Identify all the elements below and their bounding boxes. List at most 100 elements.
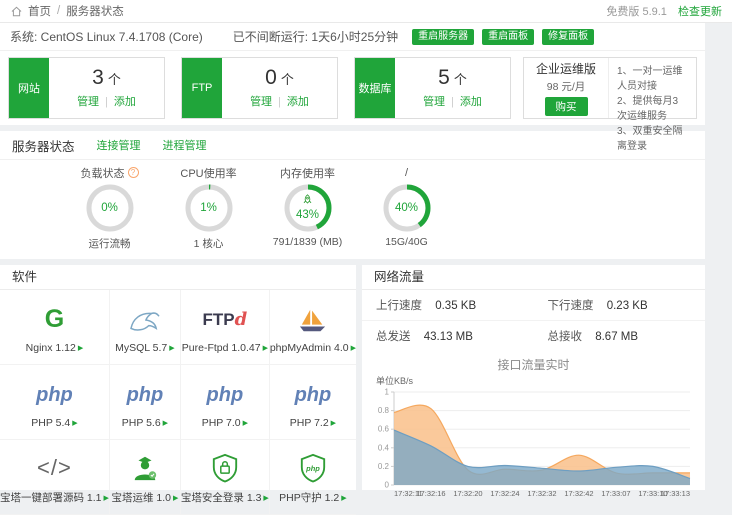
svg-text:17:33:13: 17:33:13: [660, 489, 689, 498]
stat-card-0: 网站3个管理|添加: [8, 57, 165, 119]
stat-card-count: 0个: [265, 67, 294, 88]
software-item-9[interactable]: 宝塔运维 1.0▶: [110, 440, 181, 515]
software-item-2[interactable]: FTPdPure-Ftpd 1.0.47▶: [181, 290, 270, 365]
software-item-0[interactable]: GNginx 1.12▶: [0, 290, 110, 365]
gauge-ring: 1%: [185, 184, 233, 232]
svg-text:0.2: 0.2: [377, 462, 389, 471]
traffic-chart: 00.20.40.60.8117:32:1117:32:1617:32:2017…: [366, 387, 702, 499]
system-info-bar: 系统: CentOS Linux 7.4.1708 (Core) 已不间断运行:…: [0, 23, 705, 51]
gauge-title: 负载状态?: [60, 165, 159, 180]
repair-panel-button[interactable]: 修复面板: [542, 29, 594, 45]
running-indicator-icon: ▶: [351, 345, 356, 352]
svg-text:0.8: 0.8: [377, 406, 389, 415]
software-name: phpMyAdmin 4.0▶: [270, 342, 356, 354]
manage-link[interactable]: 管理: [423, 96, 445, 108]
svg-text:17:32:24: 17:32:24: [490, 489, 519, 498]
manage-link[interactable]: 管理: [250, 96, 272, 108]
running-indicator-icon: ▶: [104, 495, 109, 502]
software-name: PHP 5.4▶: [31, 417, 77, 429]
overview-panel: 系统: CentOS Linux 7.4.1708 (Core) 已不间断运行:…: [0, 23, 705, 125]
software-item-8[interactable]: </> 宝塔一键部署源码 1.1▶: [0, 440, 110, 515]
version-label: 免费版 5.9.1: [606, 6, 667, 18]
software-name: 宝塔运维 1.0▶: [111, 490, 178, 505]
bt-panel-page: 首页 / 服务器状态 免费版 5.9.1 检查更新 系统: CentOS Lin…: [0, 0, 732, 490]
add-link[interactable]: 添加: [287, 96, 309, 108]
network-panel: 网络流量 上行速度 0.35 KB 下行速度 0.23 KB 总发送 43.13…: [362, 265, 705, 490]
breadcrumb-home-link[interactable]: 首页: [28, 3, 51, 19]
running-indicator-icon: ▶: [173, 495, 178, 502]
add-link[interactable]: 添加: [114, 96, 136, 108]
link-separator: |: [278, 96, 281, 108]
software-name: 宝塔一键部署源码 1.1▶: [0, 490, 109, 505]
software-item-4[interactable]: phpPHP 5.4▶: [0, 365, 110, 440]
stat-card-2: 数据库5个管理|添加: [354, 57, 511, 119]
running-indicator-icon: ▶: [263, 495, 268, 502]
buy-button[interactable]: 购买: [545, 97, 588, 116]
php-icon: php: [127, 376, 164, 414]
help-icon[interactable]: ?: [128, 167, 139, 178]
stat-cards: 网站3个管理|添加FTP0个管理|添加数据库5个管理|添加: [8, 57, 511, 119]
stat-count-number: 5: [438, 66, 450, 89]
software-item-1[interactable]: MySQL 5.7▶: [110, 290, 181, 365]
home-icon: [10, 5, 23, 18]
software-name: 宝塔安全登录 1.3▶: [181, 490, 269, 505]
gauge-value: 43%: [284, 184, 332, 232]
running-indicator-icon: ▶: [169, 345, 174, 352]
phpmyadmin-icon: [294, 301, 332, 339]
software-name: MySQL 5.7▶: [115, 342, 175, 354]
svg-text:17:32:16: 17:32:16: [416, 489, 445, 498]
stat-card-count: 5个: [438, 67, 467, 88]
software-name: PHP 7.2▶: [290, 417, 336, 429]
software-item-6[interactable]: phpPHP 7.0▶: [181, 365, 270, 440]
gauge-percent-text: 1%: [200, 202, 217, 215]
running-indicator-icon: ▶: [78, 345, 83, 352]
manage-link[interactable]: 管理: [77, 96, 99, 108]
promo-price: 98 元/月: [547, 79, 586, 94]
software-name: PHP 5.6▶: [122, 417, 168, 429]
software-grid: GNginx 1.12▶ MySQL 5.7▶ FTPdPure-Ftpd 1.0.…: [0, 290, 356, 515]
bottom-columns: 软件 GNginx 1.12▶ MySQL 5.7▶ FTPdPure-Ftpd 1…: [0, 265, 705, 490]
add-link[interactable]: 添加: [460, 96, 482, 108]
software-name: PHP 7.0▶: [202, 417, 248, 429]
net-stat-value: 0.23 KB: [607, 300, 648, 312]
stat-count-number: 3: [92, 66, 104, 89]
check-update-link[interactable]: 检查更新: [678, 6, 722, 18]
gauge-3: /40%15G/40G: [357, 165, 456, 251]
restart-server-button[interactable]: 重启服务器: [412, 29, 474, 45]
os-info: 系统: CentOS Linux 7.4.1708 (Core): [10, 28, 203, 45]
net-stat-downspeed: 下行速度 0.23 KB: [534, 290, 706, 321]
software-item-7[interactable]: phpPHP 7.2▶: [270, 365, 356, 440]
section-title-network: 网络流量: [374, 270, 424, 284]
gauge-value: 1%: [185, 184, 233, 232]
software-item-3[interactable]: phpMyAdmin 4.0▶: [270, 290, 356, 365]
promo-card: 企业运维版 98 元/月 购买 1、一对一运维人员对接 2、提供每月3次运维服务…: [523, 57, 697, 119]
breadcrumb-current: 服务器状态: [66, 3, 124, 19]
gauge-percent-text: 0%: [101, 202, 118, 215]
pureftpd-icon: FTPd: [203, 301, 248, 339]
tab-connection-management[interactable]: 连接管理: [97, 137, 141, 153]
version-area: 免费版 5.9.1 检查更新: [606, 3, 722, 19]
net-stat-label: 下行速度: [548, 300, 594, 312]
software-item-10[interactable]: 宝塔安全登录 1.3▶: [181, 440, 270, 515]
section-title-software: 软件: [12, 270, 37, 284]
uptime-info: 已不间断运行: 1天6小时25分钟: [233, 28, 398, 45]
running-indicator-icon: ▶: [163, 420, 168, 427]
net-stat-total-sent: 总发送 43.13 MB: [362, 321, 534, 351]
stat-card-body: 5个管理|添加: [395, 58, 510, 118]
net-stat-label: 总发送: [376, 331, 411, 343]
promo-feature: 3、双重安全隔离登录: [617, 122, 688, 152]
code-icon: </>: [37, 449, 72, 487]
software-item-5[interactable]: php PHP 5.6▶: [110, 365, 181, 440]
software-name: PHP守护 1.2▶: [279, 490, 347, 505]
svg-text:17:32:20: 17:32:20: [453, 489, 482, 498]
running-indicator-icon: ▶: [243, 420, 248, 427]
memory-release-icon: [302, 194, 313, 205]
breadcrumb: 首页 / 服务器状态 免费版 5.9.1 检查更新: [0, 0, 732, 23]
gauge-percent-text: 40%: [395, 202, 418, 215]
tab-process-management[interactable]: 进程管理: [163, 137, 207, 153]
stat-count-unit: 个: [454, 72, 467, 87]
restart-panel-button[interactable]: 重启面板: [482, 29, 534, 45]
software-item-11[interactable]: phpPHP守护 1.2▶: [270, 440, 356, 515]
main-content: 系统: CentOS Linux 7.4.1708 (Core) 已不间断运行:…: [0, 23, 705, 490]
svg-text:17:32:42: 17:32:42: [564, 489, 593, 498]
